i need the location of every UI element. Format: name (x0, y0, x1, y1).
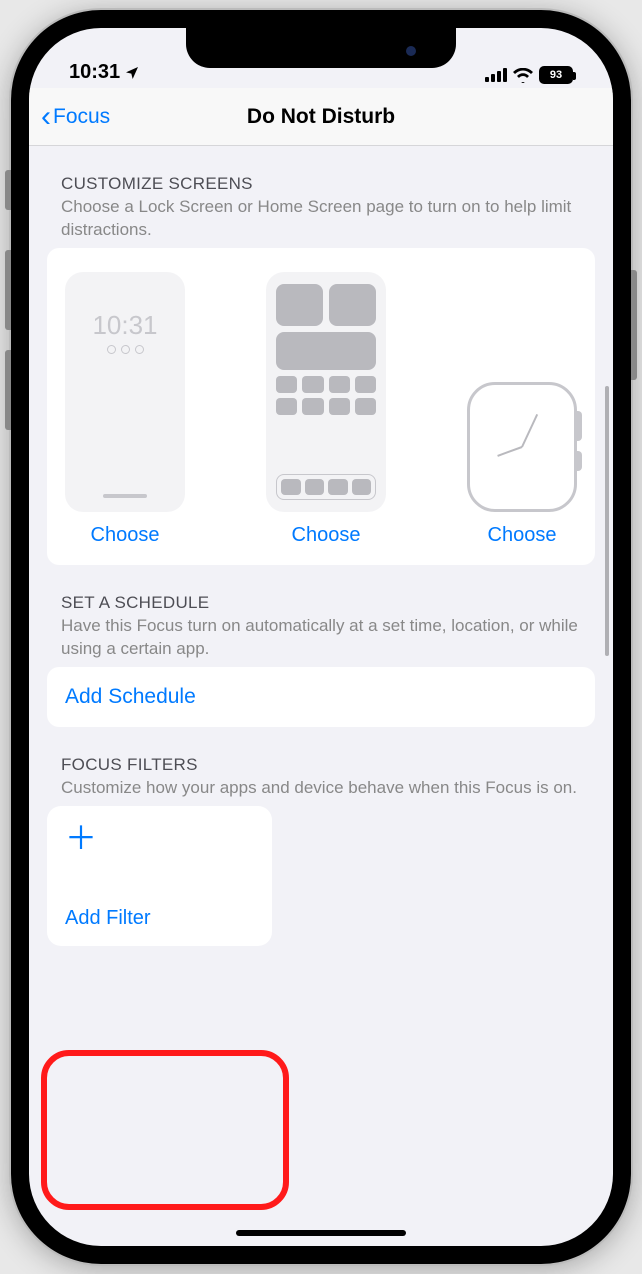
schedule-title: SET A SCHEDULE (61, 593, 581, 613)
watch-option[interactable]: Choose (467, 272, 577, 547)
plus-icon: ＋ (65, 822, 254, 854)
filters-header: FOCUS FILTERS Customize how your apps an… (47, 727, 595, 806)
chevron-left-icon: ‹ (41, 102, 51, 132)
add-schedule-row[interactable]: Add Schedule (47, 667, 595, 727)
lock-widgets-icon (107, 345, 144, 354)
side-button (631, 270, 637, 380)
nav-bar: ‹ Focus Do Not Disturb (29, 88, 613, 146)
customize-title: CUSTOMIZE SCREENS (61, 174, 581, 194)
lock-time: 10:31 (92, 310, 157, 341)
filters-desc: Customize how your apps and device behav… (61, 777, 581, 800)
lock-screen-preview: 10:31 (65, 272, 185, 512)
customize-desc: Choose a Lock Screen or Home Screen page… (61, 196, 581, 242)
home-indicator[interactable] (236, 1230, 406, 1236)
choose-home-button[interactable]: Choose (292, 524, 361, 547)
back-label: Focus (53, 105, 110, 129)
customize-screens-card: 10:31 Choose Choose (47, 248, 595, 565)
add-schedule-label: Add Schedule (65, 685, 196, 708)
page-title: Do Not Disturb (29, 105, 613, 129)
status-time: 10:31 (69, 61, 120, 84)
choose-lock-button[interactable]: Choose (91, 524, 160, 547)
choose-watch-button[interactable]: Choose (488, 524, 557, 547)
scroll-indicator (605, 386, 609, 656)
home-screen-preview (266, 272, 386, 512)
location-icon (124, 65, 140, 81)
filters-title: FOCUS FILTERS (61, 755, 581, 775)
phone-frame: 10:31 93 ‹ Focus Do Not Disturb (11, 10, 631, 1264)
back-button[interactable]: ‹ Focus (41, 102, 110, 132)
customize-header: CUSTOMIZE SCREENS Choose a Lock Screen o… (47, 146, 595, 248)
battery-level: 93 (550, 69, 562, 81)
lock-screen-option[interactable]: 10:31 Choose (65, 272, 185, 547)
content[interactable]: CUSTOMIZE SCREENS Choose a Lock Screen o… (29, 146, 613, 1246)
add-filter-card[interactable]: ＋ Add Filter (47, 806, 272, 946)
home-screen-option[interactable]: Choose (266, 272, 386, 547)
wifi-icon (513, 68, 533, 83)
annotation-highlight (41, 1050, 289, 1210)
watch-preview (467, 382, 577, 512)
schedule-header: SET A SCHEDULE Have this Focus turn on a… (47, 565, 595, 667)
screen: 10:31 93 ‹ Focus Do Not Disturb (29, 28, 613, 1246)
cellular-icon (485, 68, 507, 82)
notch (186, 28, 456, 68)
schedule-desc: Have this Focus turn on automatically at… (61, 615, 581, 661)
add-filter-label: Add Filter (65, 907, 254, 930)
battery-icon: 93 (539, 66, 573, 84)
